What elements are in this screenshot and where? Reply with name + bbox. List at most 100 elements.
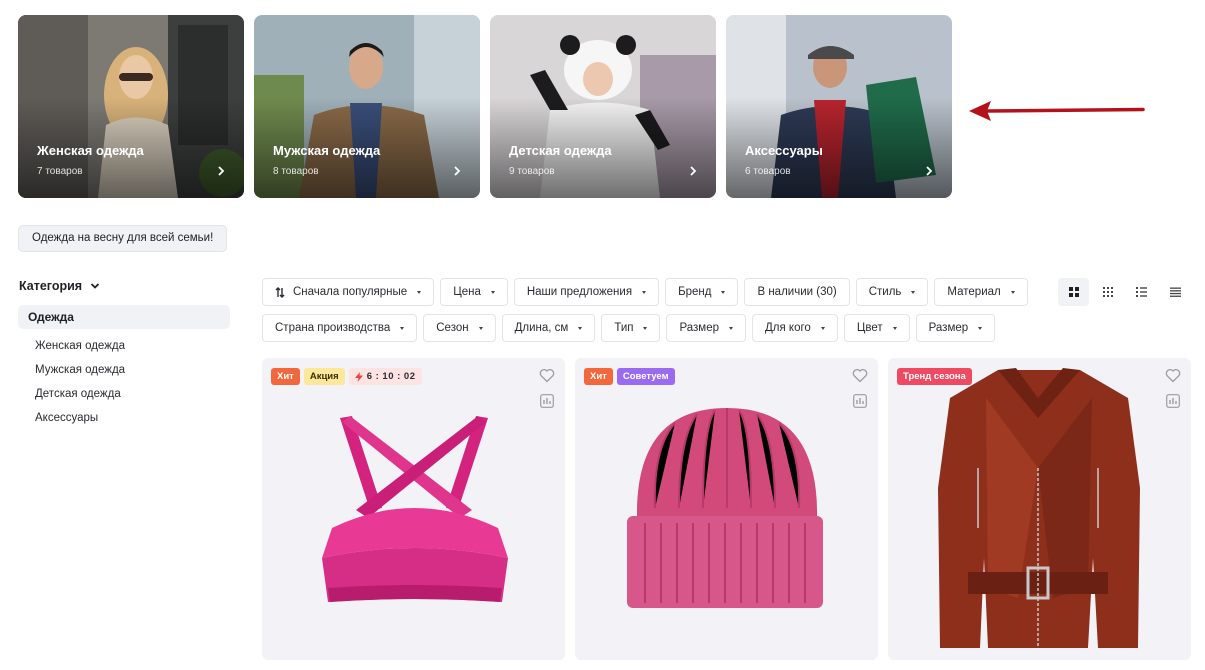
category-filter-toggle[interactable]: Категория: [19, 279, 100, 293]
filter-offers[interactable]: Наши предложения: [513, 278, 660, 306]
chevron-right-icon: [454, 166, 461, 176]
compare-icon[interactable]: [540, 394, 554, 408]
compare-icon[interactable]: [853, 394, 867, 408]
category-count: 6 товаров: [745, 166, 791, 177]
category-heading: Категория: [19, 279, 83, 293]
compact-list-icon: [1170, 287, 1181, 297]
filter-label: Цвет: [856, 322, 883, 334]
sidebar-item-clothing[interactable]: Одежда: [18, 305, 230, 329]
filter-label: Сезон: [436, 322, 469, 334]
badge-trend: Тренд сезона: [897, 368, 972, 385]
filter-in-stock[interactable]: В наличии (30): [744, 278, 850, 306]
badge-recommended: Советуем: [616, 368, 675, 385]
caret-down-icon: [820, 326, 825, 330]
category-count: 7 товаров: [37, 166, 83, 177]
view-grid-large-button[interactable]: [1058, 278, 1089, 306]
category-cards: Женская одежда 7 товаров Мужская одежда …: [18, 15, 952, 198]
category-title: Женская одежда: [37, 143, 144, 158]
category-card-accessories[interactable]: Аксессуары 6 товаров: [726, 15, 952, 198]
chevron-down-icon: [90, 283, 100, 289]
sort-label: Сначала популярные: [293, 286, 408, 298]
chevron-right-icon: [690, 166, 697, 176]
category-count: 8 товаров: [273, 166, 319, 177]
badge-hit: Хит: [584, 368, 613, 385]
caret-down-icon: [642, 290, 647, 294]
sidebar-item-women[interactable]: Женская одежда: [35, 340, 125, 364]
caret-down-icon: [643, 326, 648, 330]
caret-down-icon: [729, 326, 734, 330]
red-arrow-annotation: [969, 101, 1145, 121]
filter-label: Бренд: [678, 286, 712, 298]
filter-label: Материал: [947, 286, 1001, 298]
filter-brand[interactable]: Бренд: [665, 278, 739, 306]
heart-icon[interactable]: [852, 368, 868, 383]
filter-label: В наличии (30): [757, 286, 837, 298]
lightning-icon: [354, 371, 363, 382]
compare-icon[interactable]: [1166, 394, 1180, 408]
view-compact-button[interactable]: [1160, 278, 1191, 306]
filter-size-2[interactable]: Размер: [915, 314, 996, 342]
filter-label: Стиль: [868, 286, 902, 298]
list-icon: [1136, 287, 1147, 297]
filter-for-whom[interactable]: Для кого: [752, 314, 838, 342]
filter-label: Цена: [453, 286, 481, 298]
subcategory-list: Женская одежда Мужская одежда Детская од…: [35, 340, 125, 436]
view-mode-switcher: [1058, 278, 1191, 306]
filter-length[interactable]: Длина, см: [501, 314, 596, 342]
brown-leather-jacket-image: [938, 368, 1140, 648]
chevron-right-icon: [926, 166, 933, 176]
view-grid-small-button[interactable]: [1092, 278, 1123, 306]
pink-knit-beanie-image: [627, 408, 823, 608]
caret-down-icon: [490, 290, 495, 294]
filter-label: Для кого: [765, 322, 811, 334]
product-badges: Тренд сезона: [897, 368, 972, 385]
caret-down-icon: [1010, 290, 1015, 294]
caret-down-icon: [400, 326, 405, 330]
view-list-button[interactable]: [1126, 278, 1157, 306]
heart-icon[interactable]: [539, 368, 555, 383]
promo-tag-button[interactable]: Одежда на весну для всей семьи!: [18, 225, 228, 252]
badge-sale: Акция: [303, 368, 345, 385]
sort-dropdown[interactable]: Сначала популярные: [262, 278, 435, 306]
filter-color[interactable]: Цвет: [843, 314, 910, 342]
caret-down-icon: [721, 290, 726, 294]
product-card[interactable]: Тренд сезона: [888, 358, 1191, 660]
category-card-women[interactable]: Женская одежда 7 товаров: [18, 15, 244, 198]
sale-timer: 6 : 10 : 02: [348, 368, 422, 385]
badge-hit: Хит: [271, 368, 300, 385]
sidebar-item-men[interactable]: Мужская одежда: [35, 364, 125, 388]
sort-icon: [275, 286, 285, 298]
sidebar-item-accessories[interactable]: Аксессуары: [35, 412, 125, 436]
category-card-men[interactable]: Мужская одежда 8 товаров: [254, 15, 480, 198]
filter-material[interactable]: Материал: [934, 278, 1028, 306]
category-count: 9 товаров: [509, 166, 555, 177]
filter-label: Страна производства: [275, 322, 391, 334]
pink-sports-bra-image: [322, 416, 508, 602]
filter-country[interactable]: Страна производства: [262, 314, 418, 342]
chevron-right-icon: [218, 166, 225, 176]
filter-price[interactable]: Цена: [440, 278, 508, 306]
caret-down-icon: [911, 290, 916, 294]
caret-down-icon: [978, 326, 983, 330]
product-badges: Хит Советуем: [584, 368, 675, 385]
product-card[interactable]: Хит Акция 6 : 10 : 02: [262, 358, 565, 660]
filter-label: Размер: [679, 322, 720, 334]
grid-small-icon: [1102, 287, 1113, 297]
sidebar-item-kids[interactable]: Детская одежда: [35, 388, 125, 412]
product-grid: Хит Акция 6 : 10 : 02 Хит Советуем Тренд…: [262, 358, 1191, 660]
filter-label: Наши предложения: [526, 286, 633, 298]
filter-type[interactable]: Тип: [601, 314, 661, 342]
caret-down-icon: [417, 290, 422, 294]
filter-label: Тип: [614, 322, 634, 334]
filter-bar: Сначала популярные Цена Наши предложения…: [262, 278, 1042, 342]
filter-label: Размер: [928, 322, 969, 334]
filter-season[interactable]: Сезон: [423, 314, 496, 342]
heart-icon[interactable]: [1165, 368, 1181, 383]
category-title: Детская одежда: [509, 143, 612, 158]
caret-down-icon: [892, 326, 897, 330]
product-card[interactable]: Хит Советуем: [575, 358, 878, 660]
grid-large-icon: [1068, 287, 1079, 297]
filter-size[interactable]: Размер: [666, 314, 747, 342]
category-card-kids[interactable]: Детская одежда 9 товаров: [490, 15, 716, 198]
filter-style[interactable]: Стиль: [855, 278, 929, 306]
